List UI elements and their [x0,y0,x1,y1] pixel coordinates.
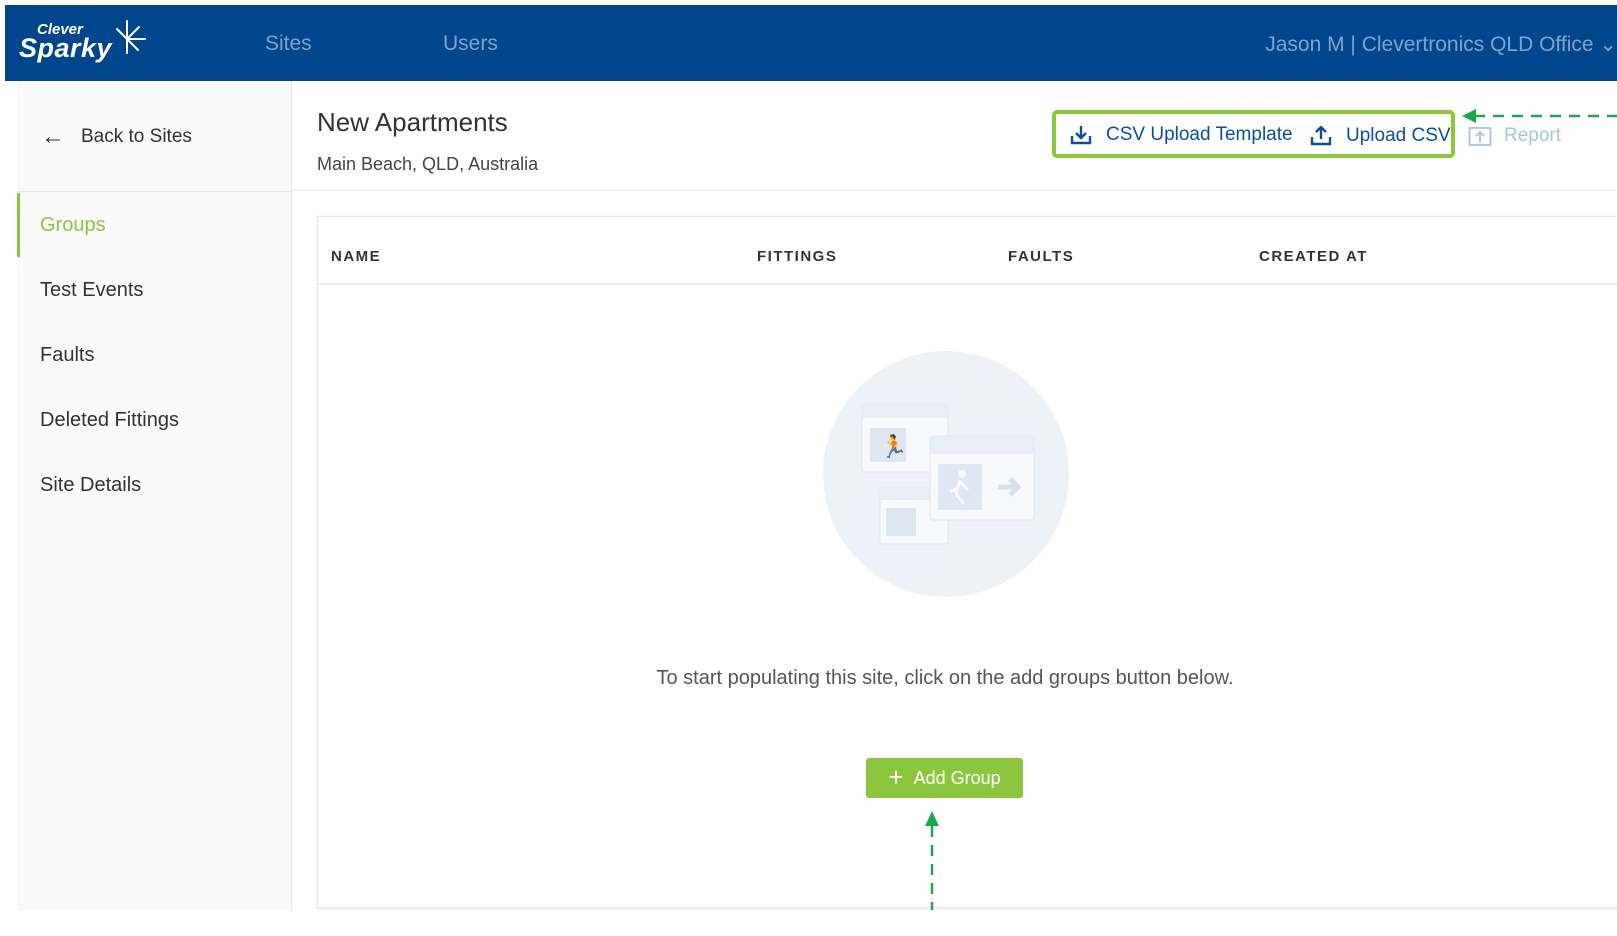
user-account-menu[interactable]: Jason M | Clevertronics QLD Office ⌄ [1265,32,1617,57]
report-label: Report [1504,125,1562,146]
column-header-fittings[interactable]: FITTINGS [757,248,837,265]
spark-icon [116,20,146,54]
top-navbar: Clever Sparky Sites Users Jason M | Clev… [5,5,1617,81]
annotation-arrow-up [925,811,939,910]
column-header-name[interactable]: NAME [331,248,381,265]
add-group-button[interactable]: + Add Group [866,758,1023,798]
active-indicator [17,193,20,257]
sidebar-item-faults[interactable]: Faults [40,344,94,367]
nav-users-link[interactable]: Users [443,32,498,56]
report-button[interactable]: Report [1468,125,1561,147]
page-subtitle: Main Beach, QLD, Australia [317,154,539,174]
clever-sparky-logo[interactable]: Clever Sparky [19,17,149,69]
nav-sites-link[interactable]: Sites [265,32,312,56]
upload-csv-label: Upload CSV [1346,125,1451,146]
sidebar: ← Back to Sites Groups Test Events Fault… [17,81,292,911]
csv-upload-template-label: CSV Upload Template [1106,124,1293,145]
csv-upload-template-button[interactable]: CSV Upload Template [1070,124,1293,146]
upload-icon [1310,126,1332,146]
header-divider [292,190,1617,191]
back-to-sites-link[interactable]: ← Back to Sites [41,125,192,149]
logo-text-main: Sparky [19,33,113,63]
sidebar-item-test-events[interactable]: Test Events [40,279,143,302]
upload-csv-button[interactable]: Upload CSV [1310,125,1451,147]
svg-text:🏃: 🏃 [880,434,907,460]
add-group-label: Add Group [913,767,1001,788]
column-header-created-at[interactable]: CREATED AT [1259,248,1368,265]
download-icon [1070,126,1092,145]
arrow-left-icon: ← [41,123,65,150]
report-icon [1468,127,1492,146]
sidebar-divider [17,191,291,192]
plus-icon: + [888,762,904,792]
empty-state-message: To start populating this site, click on … [656,667,1234,689]
exit-signs-illustration: 🏃 [823,351,1069,597]
sidebar-item-deleted-fittings[interactable]: Deleted Fittings [40,409,179,432]
column-header-faults[interactable]: FAULTS [1008,248,1074,265]
page-title: New Apartments [317,107,508,137]
sidebar-item-site-details[interactable]: Site Details [40,474,141,497]
annotation-arrow-right [1462,109,1617,123]
table-header-divider [318,283,1617,285]
sidebar-item-groups[interactable]: Groups [40,214,106,237]
back-to-sites-label: Back to Sites [81,126,192,147]
